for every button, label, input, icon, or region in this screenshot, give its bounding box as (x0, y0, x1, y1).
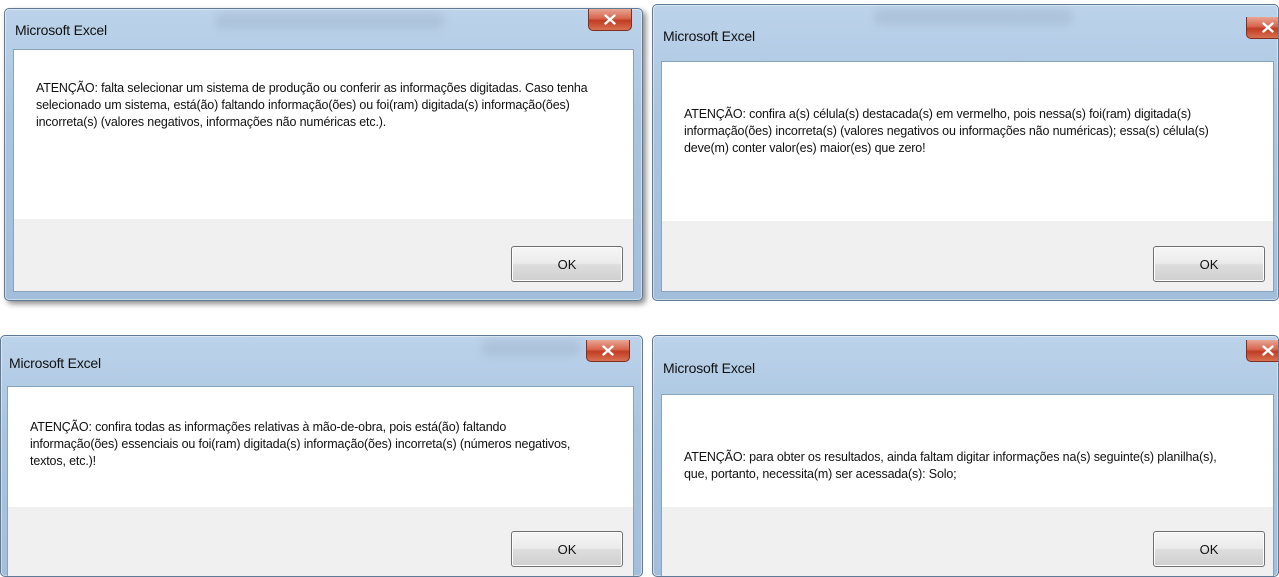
dialog-body: ATENÇÃO: falta selecionar um sistema de … (13, 49, 634, 292)
dialog-title: Microsoft Excel (15, 22, 107, 38)
dialog-titlebar[interactable]: Microsoft Excel (5, 9, 642, 49)
blurred-background (481, 340, 581, 356)
dialog-titlebar[interactable]: Microsoft Excel (1, 336, 642, 376)
ok-button[interactable]: OK (1153, 531, 1265, 567)
dialog-message: ATENÇÃO: falta selecionar um sistema de … (36, 81, 588, 129)
close-button[interactable] (1246, 17, 1278, 39)
dialog-body: ATENÇÃO: confira todas as informações re… (7, 386, 634, 576)
close-icon (1262, 22, 1274, 33)
dialog-window: Microsoft Excel ATENÇÃO: para obter os r… (652, 335, 1279, 577)
close-icon (1262, 345, 1274, 356)
dialog-titlebar[interactable]: Microsoft Excel (653, 5, 1278, 45)
dialog-body: ATENÇÃO: para obter os resultados, ainda… (661, 394, 1274, 576)
dialog-title: Microsoft Excel (9, 355, 101, 371)
dialog-message: ATENÇÃO: para obter os resultados, ainda… (684, 450, 1217, 481)
close-button[interactable] (588, 9, 632, 31)
close-button[interactable] (1246, 340, 1278, 362)
dialog-footer: OK (8, 507, 633, 576)
dialog-body: ATENÇÃO: confira a(s) célula(s) destacad… (661, 61, 1274, 292)
dialog-footer: OK (662, 507, 1273, 576)
blurred-background (873, 9, 1073, 25)
ok-button[interactable]: OK (511, 246, 623, 282)
dialog-window: Microsoft Excel ATENÇÃO: confira a(s) cé… (652, 4, 1279, 301)
close-button[interactable] (586, 340, 630, 362)
ok-button[interactable]: OK (1153, 246, 1265, 282)
dialog-window: Microsoft Excel ATENÇÃO: falta seleciona… (4, 8, 643, 301)
dialog-titlebar[interactable]: Microsoft Excel (653, 336, 1278, 376)
ok-button[interactable]: OK (511, 531, 623, 567)
dialog-message: ATENÇÃO: confira a(s) célula(s) destacad… (684, 107, 1209, 155)
dialog-window: Microsoft Excel ATENÇÃO: confira todas a… (0, 335, 643, 577)
close-icon (604, 14, 616, 25)
dialog-footer: OK (14, 219, 633, 291)
dialog-title: Microsoft Excel (663, 360, 755, 376)
close-icon (602, 345, 614, 356)
dialog-message: ATENÇÃO: confira todas as informações re… (30, 420, 571, 468)
blurred-background (215, 13, 445, 29)
dialog-footer: OK (662, 221, 1273, 291)
dialog-title: Microsoft Excel (663, 28, 755, 44)
